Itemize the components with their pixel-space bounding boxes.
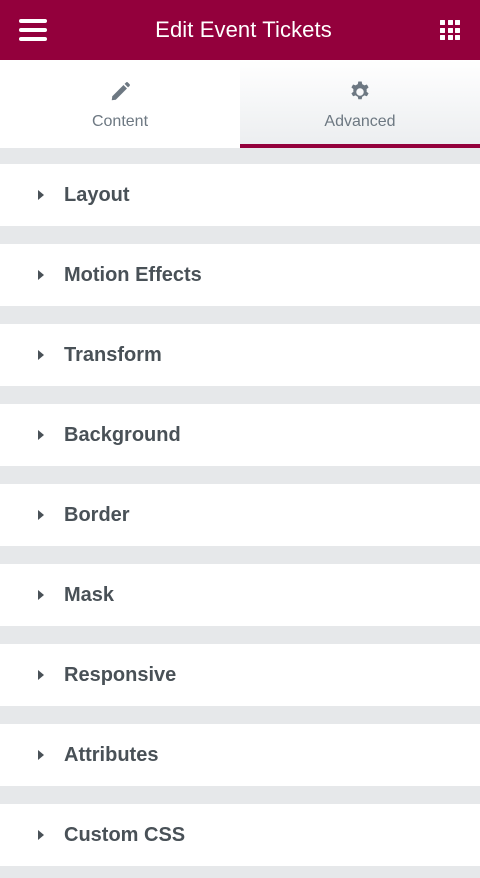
section-transform[interactable]: Transform — [0, 324, 480, 386]
caret-right-icon — [38, 270, 44, 280]
section-mask[interactable]: Mask — [0, 564, 480, 626]
section-label: Motion Effects — [64, 263, 202, 286]
section-label: Mask — [64, 583, 115, 606]
section-background[interactable]: Background — [0, 404, 480, 466]
caret-right-icon — [38, 830, 44, 840]
grid-apps-icon[interactable] — [440, 20, 460, 40]
section-label: Layout — [64, 183, 130, 206]
caret-right-icon — [38, 190, 44, 200]
caret-right-icon — [38, 670, 44, 680]
section-label: Border — [64, 503, 130, 526]
section-attributes[interactable]: Attributes — [0, 724, 480, 786]
section-label: Custom CSS — [64, 823, 186, 846]
section-label: Attributes — [64, 743, 159, 766]
pencil-icon — [109, 80, 131, 104]
section-border[interactable]: Border — [0, 484, 480, 546]
section-responsive[interactable]: Responsive — [0, 644, 480, 706]
hamburger-menu-icon[interactable] — [19, 19, 47, 41]
tab-content-label: Content — [91, 113, 149, 130]
panel-tabs: Content Advanced — [0, 60, 480, 148]
tab-content[interactable]: Content — [0, 60, 240, 148]
tab-advanced-label: Advanced — [324, 113, 396, 130]
section-label: Background — [64, 423, 181, 446]
caret-right-icon — [38, 510, 44, 520]
section-layout[interactable]: Layout — [0, 164, 480, 226]
caret-right-icon — [38, 430, 44, 440]
section-custom-css[interactable]: Custom CSS — [0, 804, 480, 866]
caret-right-icon — [38, 590, 44, 600]
editor-panel: Edit Event Tickets Content Advanced Layo… — [0, 0, 480, 878]
section-label: Transform — [64, 343, 162, 366]
section-label: Responsive — [64, 663, 177, 686]
tab-advanced[interactable]: Advanced — [240, 60, 480, 148]
caret-right-icon — [38, 750, 44, 760]
panel-header: Edit Event Tickets — [0, 0, 480, 60]
section-motion-effects[interactable]: Motion Effects — [0, 244, 480, 306]
gear-icon — [348, 80, 372, 104]
panel-title: Edit Event Tickets — [155, 17, 332, 42]
section-list: Layout Motion Effects Transform Backgrou… — [0, 148, 480, 866]
caret-right-icon — [38, 350, 44, 360]
